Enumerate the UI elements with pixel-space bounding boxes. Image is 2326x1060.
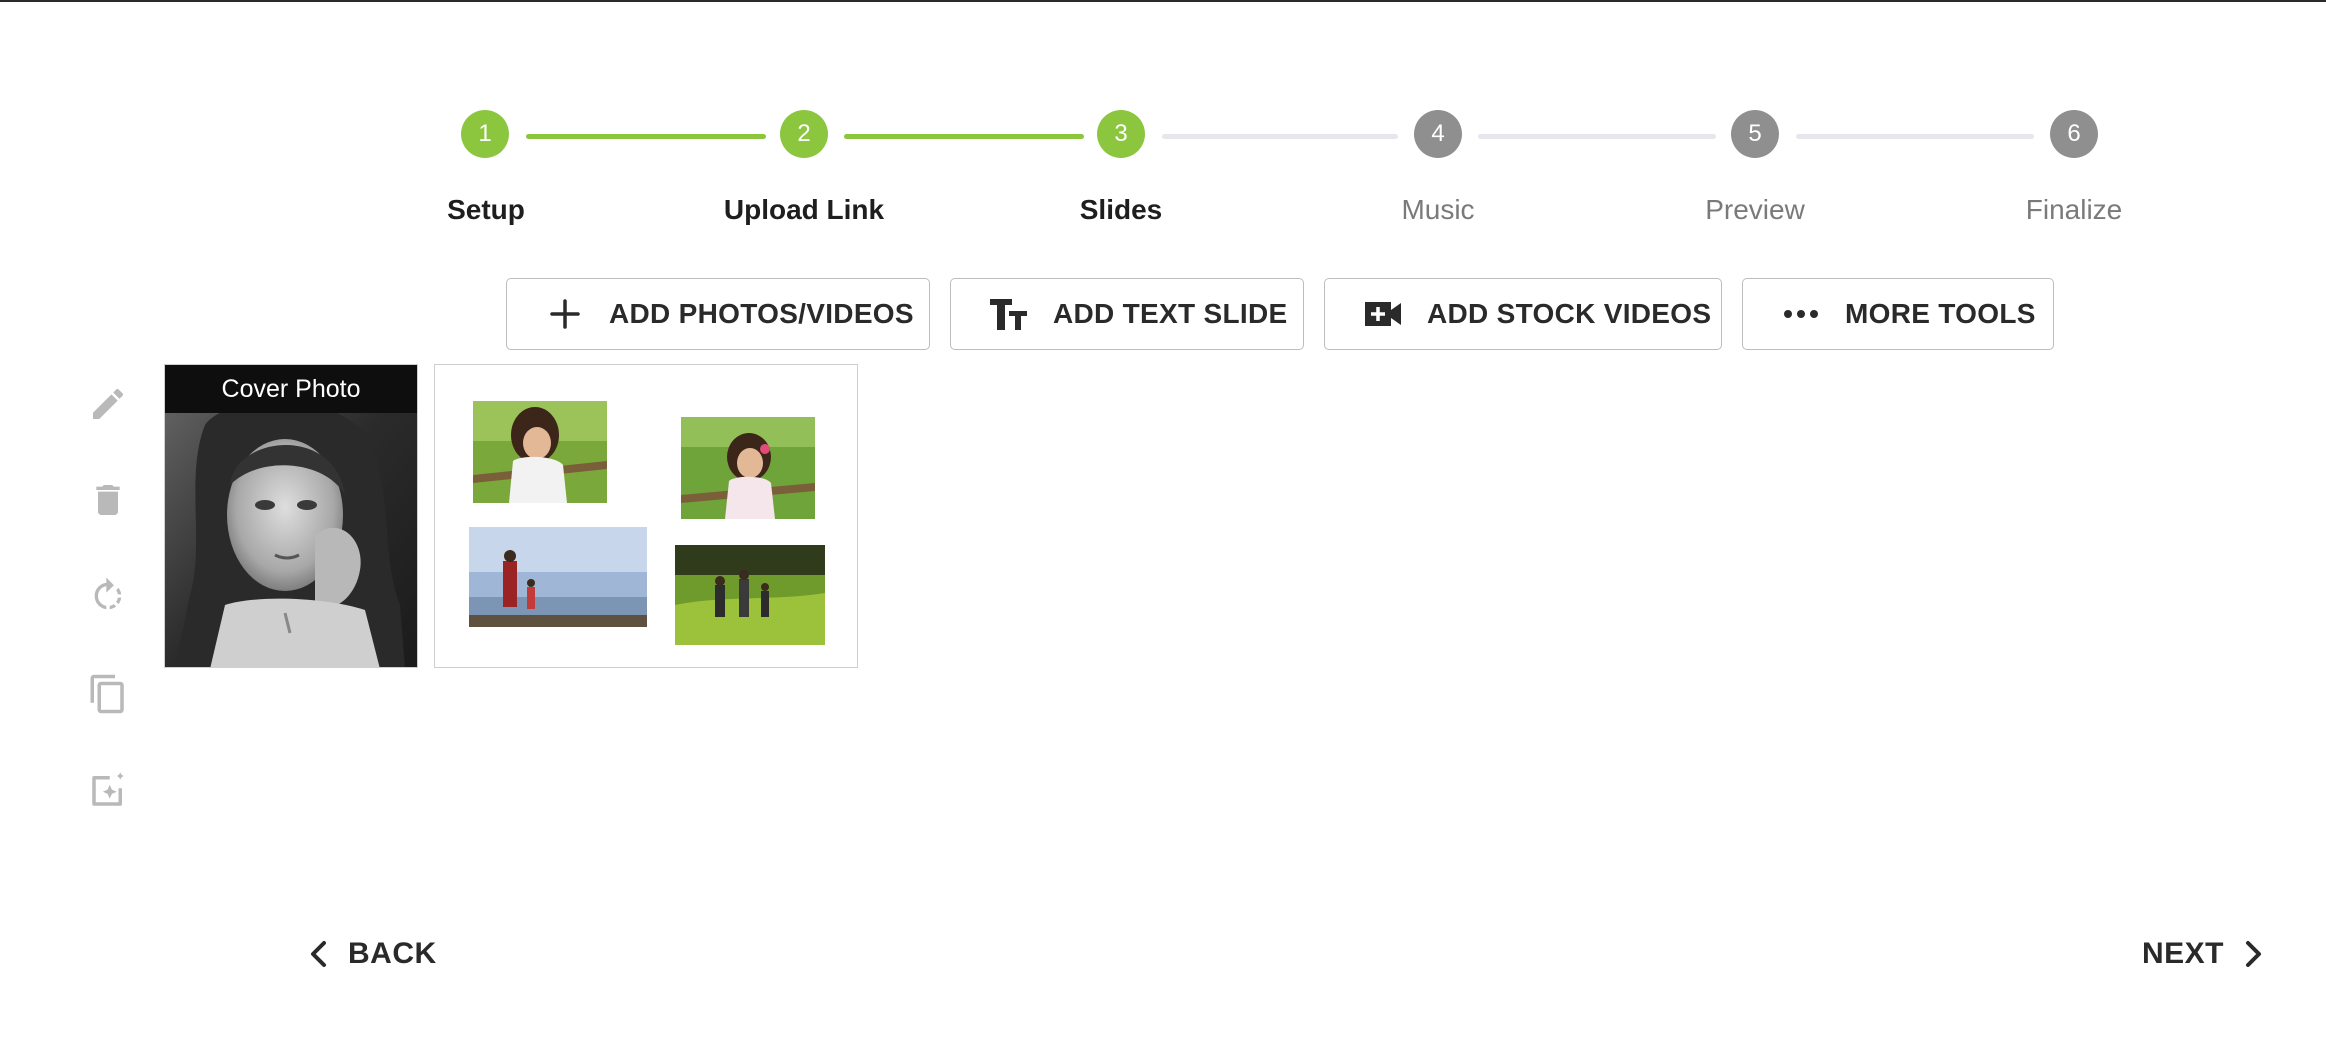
more-horizontal-icon [1781, 294, 1821, 334]
enhance-tool[interactable] [84, 766, 132, 814]
step-connector [1162, 134, 1398, 139]
step-connector [1796, 134, 2034, 139]
duplicate-tool[interactable] [84, 670, 132, 718]
collage-photo-1 [473, 401, 607, 503]
step-connector [526, 134, 766, 139]
copy-icon [90, 674, 124, 714]
progress-stepper: 1 2 3 4 5 6 Setup Upload Link Slides Mus… [0, 0, 2326, 240]
step-2-label[interactable]: Upload Link [684, 194, 924, 226]
step-connector [1478, 134, 1716, 139]
rotate-icon [94, 577, 122, 610]
more-tools-button[interactable]: MORE TOOLS [1742, 278, 2054, 350]
add-photos-videos-button[interactable]: ADD PHOTOS/VIDEOS [506, 278, 930, 350]
video-add-icon [1363, 294, 1403, 334]
step-4-label[interactable]: Music [1318, 194, 1558, 226]
collage-slide[interactable] [434, 364, 858, 668]
add-stock-videos-button[interactable]: ADD STOCK VIDEOS [1324, 278, 1722, 350]
next-label: NEXT [2142, 937, 2225, 970]
step-6-label[interactable]: Finalize [1954, 194, 2194, 226]
chevron-right-icon [2246, 941, 2262, 967]
add-text-slide-button[interactable]: ADD TEXT SLIDE [950, 278, 1304, 350]
edit-tool[interactable] [84, 380, 132, 428]
text-size-icon [989, 294, 1029, 334]
step-4-circle[interactable]: 4 [1414, 110, 1462, 158]
chevron-left-icon [311, 941, 326, 967]
auto-enhance-icon [92, 772, 124, 806]
back-button[interactable]: BACK [308, 934, 437, 974]
plus-icon [545, 294, 585, 334]
step-1-circle[interactable]: 1 [461, 110, 509, 158]
step-5-circle[interactable]: 5 [1731, 110, 1779, 158]
step-2-circle[interactable]: 2 [780, 110, 828, 158]
collage-photo-3 [469, 527, 647, 627]
step-5-label[interactable]: Preview [1635, 194, 1875, 226]
add-stock-videos-label: ADD STOCK VIDEOS [1427, 298, 1712, 329]
cover-photo-slide[interactable]: Cover Photo [164, 364, 418, 668]
trash-icon [96, 485, 120, 515]
add-text-slide-label: ADD TEXT SLIDE [1053, 298, 1288, 329]
step-1-label[interactable]: Setup [366, 194, 606, 226]
back-label: BACK [348, 937, 437, 970]
rotate-tool[interactable] [84, 572, 132, 620]
step-connector [844, 134, 1084, 139]
collage-photo-2 [681, 417, 815, 519]
cover-photo-caption: Cover Photo [165, 365, 417, 413]
step-3-circle[interactable]: 3 [1097, 110, 1145, 158]
add-photos-videos-label: ADD PHOTOS/VIDEOS [609, 298, 914, 329]
next-button[interactable]: NEXT [2142, 934, 2264, 974]
pencil-icon [93, 388, 124, 419]
collage-image [435, 365, 857, 667]
collage-photo-4 [675, 545, 825, 645]
delete-tool[interactable] [84, 476, 132, 524]
more-tools-label: MORE TOOLS [1845, 298, 2036, 329]
step-3-label[interactable]: Slides [1001, 194, 1241, 226]
step-6-circle[interactable]: 6 [2050, 110, 2098, 158]
